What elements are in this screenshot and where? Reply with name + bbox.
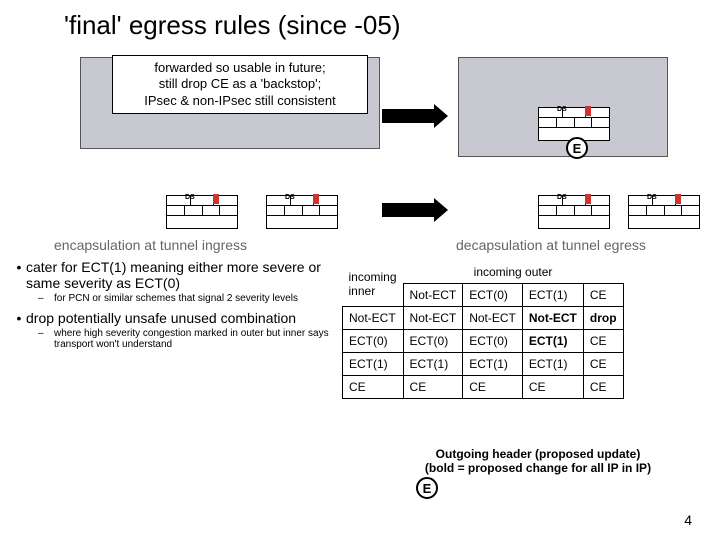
ingress-heading: encapsulation at tunnel ingress	[54, 237, 247, 253]
table-row: Not-ECT Not-ECT Not-ECT Not-ECT drop	[343, 307, 624, 330]
arrow-icon	[382, 109, 436, 123]
list-item: •cater for ECT(1) meaning either more se…	[12, 259, 352, 291]
callout-box: forwarded so usable in future; still dro…	[112, 55, 368, 114]
outer-label: incoming outer	[403, 261, 623, 284]
bullet-list: •cater for ECT(1) meaning either more se…	[12, 259, 352, 356]
col-header: CE	[583, 284, 623, 307]
col-header: ECT(1)	[522, 284, 583, 307]
table-caption: Outgoing header (proposed update) (bold …	[358, 447, 718, 475]
table-row: CE CE CE CE CE	[343, 376, 624, 399]
list-subitem: –where high severity congestion marked i…	[38, 328, 352, 350]
col-header: ECT(0)	[463, 284, 523, 307]
arrow-icon	[382, 203, 436, 217]
egress-table: incoming inner incoming outer Not-ECT EC…	[342, 261, 624, 399]
page-number: 4	[684, 512, 692, 528]
list-subitem: –for PCN or similar schemes that signal …	[38, 293, 352, 304]
table-row: ECT(0) ECT(0) ECT(0) ECT(1) CE	[343, 330, 624, 353]
packet-icon: DS	[538, 195, 610, 229]
packet-icon: DS	[628, 195, 700, 229]
inner-label: incoming inner	[343, 261, 404, 307]
packet-icon: DS	[166, 195, 238, 229]
content-area: encapsulation at tunnel ingress decapsul…	[0, 237, 720, 557]
egress-heading: decapsulation at tunnel egress	[456, 237, 646, 253]
list-item: •drop potentially unsafe unused combinat…	[12, 310, 352, 326]
packet-icon: DS	[266, 195, 338, 229]
col-header: Not-ECT	[403, 284, 463, 307]
table-row: ECT(1) ECT(1) ECT(1) ECT(1) CE	[343, 353, 624, 376]
e-circle-icon: E	[566, 137, 588, 159]
packet-icon: DS	[538, 107, 610, 141]
diagram-area: forwarded so usable in future; still dro…	[0, 45, 720, 185]
slide-title: 'final' egress rules (since -05)	[0, 0, 720, 41]
e-circle-icon: E	[416, 477, 438, 499]
